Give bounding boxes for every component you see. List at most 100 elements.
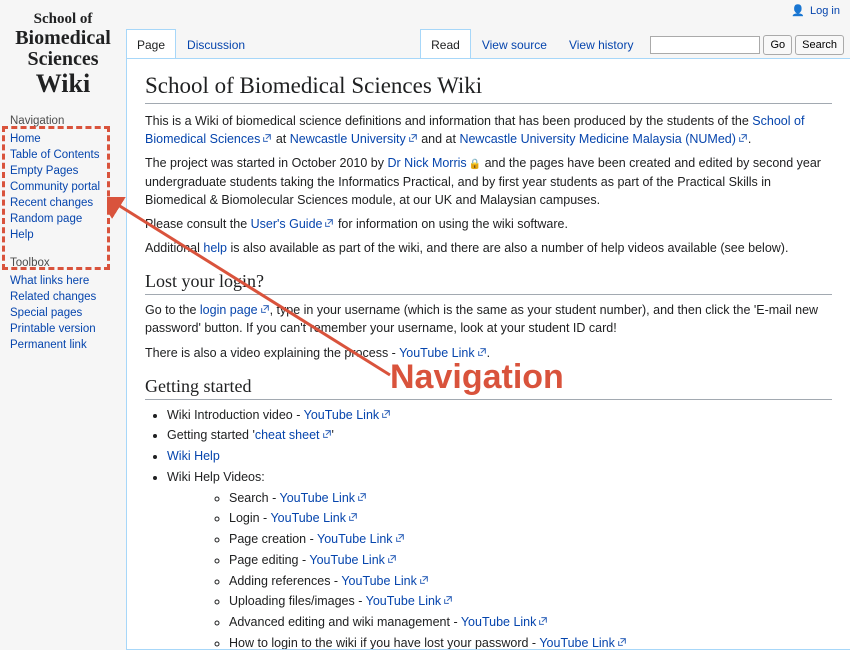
link-youtube[interactable]: YouTube Link [270,511,346,525]
external-link-icon [262,130,272,140]
tool-whatlinks[interactable]: What links here [10,275,89,287]
intro-p3: Please consult the User's Guide for info… [145,215,832,233]
tool-related[interactable]: Related changes [10,291,96,303]
text: at [272,132,289,146]
page-title: School of Biomedical Sciences Wiki [145,73,832,104]
list-item: Wiki Introduction video - YouTube Link [167,406,832,425]
link-wiki-help[interactable]: Wiki Help [167,449,220,463]
link-youtube[interactable]: YouTube Link [341,574,417,588]
text: is also available as part of the wiki, a… [227,241,788,255]
search-input[interactable] [650,36,760,54]
text: Wiki Help Videos: [167,470,265,484]
list-item: Search - YouTube Link [229,489,832,508]
tab-page-label: Page [137,38,165,52]
external-link-icon [419,572,429,582]
list-item: Uploading files/images - YouTube Link [229,592,832,611]
text: How to login to the wiki if you have los… [229,636,539,650]
external-link-icon [357,489,367,499]
site-logo[interactable]: School of Biomedical Sciences Wiki [0,6,126,107]
tab-discussion[interactable]: Discussion [176,29,256,59]
tab-view-source[interactable]: View source [471,29,558,59]
tool-print[interactable]: Printable version [10,323,96,335]
intro-p2: The project was started in October 2010 … [145,154,832,209]
external-link-icon [408,130,418,140]
content-area: School of Biomedical Sciences Wiki This … [126,58,850,650]
text: Advanced editing and wiki management - [229,615,461,629]
nav-empty-pages[interactable]: Empty Pages [10,165,78,177]
link-nick[interactable]: Dr Nick Morris [388,156,467,170]
external-link-icon [477,344,487,354]
link-youtube[interactable]: YouTube Link [309,553,385,567]
nav-community[interactable]: Community portal [10,181,100,193]
text: Page creation - [229,532,317,546]
text: Getting started ' [167,428,255,442]
tab-read[interactable]: Read [420,29,471,59]
user-icon: 👤 [791,5,805,17]
text: ' [332,428,334,442]
link-youtube[interactable]: YouTube Link [461,615,537,629]
link-youtube[interactable]: YouTube Link [304,408,380,422]
intro-p4: Additional help is also available as par… [145,239,832,257]
login-link[interactable]: Log in [810,5,840,17]
intro-p1: This is a Wiki of biomedical science def… [145,112,832,148]
nav-portal: Navigation Home Table of Contents Empty … [0,107,126,249]
text: Adding references - [229,574,341,588]
external-link-icon [324,215,334,225]
go-button[interactable]: Go [763,35,792,55]
tool-special[interactable]: Special pages [10,307,82,319]
list-item: Login - YouTube Link [229,509,832,528]
text: . [748,132,751,146]
list-item: Advanced editing and wiki management - Y… [229,613,832,632]
external-link-icon [381,406,391,416]
external-link-icon [617,634,627,644]
link-cheat-sheet[interactable]: cheat sheet [255,428,320,442]
toolbox-heading: Toolbox [10,253,126,273]
logo-line1: School of [4,12,122,28]
external-link-icon [387,551,397,561]
text: Search - [229,491,280,505]
nav-random[interactable]: Random page [10,213,82,225]
text: Uploading files/images - [229,594,366,608]
nav-toc[interactable]: Table of Contents [10,149,100,161]
link-youtube[interactable]: YouTube Link [317,532,393,546]
text: Login - [229,511,270,525]
list-item: Wiki Help [167,447,832,466]
nav-home[interactable]: Home [10,133,41,145]
link-login-page[interactable]: login page [200,303,258,317]
lost-login-heading: Lost your login? [145,271,832,295]
getting-started-list: Wiki Introduction video - YouTube Link G… [167,406,832,650]
tab-view-history-label: View history [569,38,633,52]
text: . [487,346,490,360]
text: Go to the [145,303,200,317]
tab-view-source-label: View source [482,38,547,52]
tool-permalink[interactable]: Permanent link [10,339,87,351]
lost-p2: There is also a video explaining the pro… [145,344,832,362]
link-youtube[interactable]: YouTube Link [366,594,442,608]
list-item: Adding references - YouTube Link [229,572,832,591]
link-numed[interactable]: Newcastle University Medicine Malaysia (… [459,132,735,146]
link-youtube[interactable]: YouTube Link [280,491,356,505]
external-link-icon [443,592,453,602]
list-item: How to login to the wiki if you have los… [229,634,832,650]
link-ncl[interactable]: Newcastle University [290,132,406,146]
link-youtube[interactable]: YouTube Link [399,346,475,360]
logo-line4: Wiki [4,70,122,97]
text: The project was started in October 2010 … [145,156,388,170]
link-youtube[interactable]: YouTube Link [539,636,615,650]
tab-discussion-label: Discussion [187,38,245,52]
tab-page[interactable]: Page [126,29,176,59]
link-users-guide[interactable]: User's Guide [251,217,323,231]
tab-read-label: Read [431,38,460,52]
nav-help[interactable]: Help [10,229,34,241]
text: Wiki Introduction video - [167,408,304,422]
link-help[interactable]: help [203,241,227,255]
external-link-icon [348,509,358,519]
text: Please consult the [145,217,251,231]
nav-recent-changes[interactable]: Recent changes [10,197,93,209]
toolbox-portal: Toolbox What links here Related changes … [0,249,126,359]
search-button[interactable]: Search [795,35,844,55]
tab-view-history[interactable]: View history [558,29,644,59]
list-item: Wiki Help Videos: Search - YouTube Link … [167,468,832,650]
getting-started-heading: Getting started [145,376,832,400]
logo-line2: Biomedical [4,28,122,49]
